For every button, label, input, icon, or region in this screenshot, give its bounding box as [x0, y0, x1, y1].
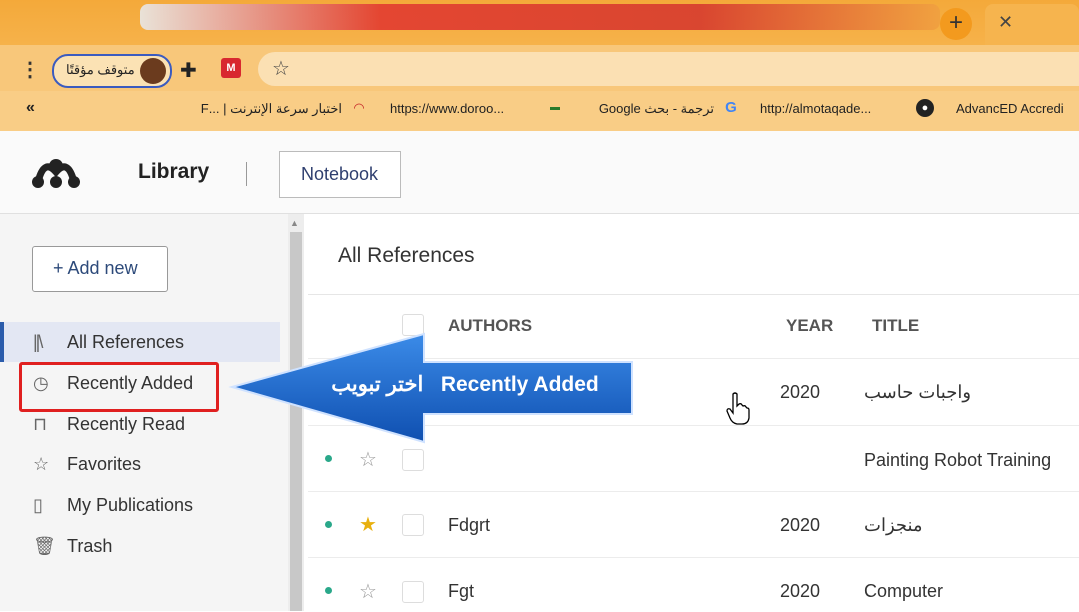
sidebar-item-recently-read[interactable]: Recently Read	[67, 414, 185, 435]
header-divider-line	[308, 294, 1079, 295]
unread-dot	[325, 521, 332, 528]
sidebar-item-my-publications[interactable]: My Publications	[67, 495, 193, 516]
bookmark-item[interactable]: ترجمة - بحث Google	[586, 101, 714, 117]
more-bookmarks-icon[interactable]: «	[26, 99, 35, 117]
close-tab-icon[interactable]: ✕	[998, 12, 1013, 33]
profile-paused-label: متوقف مؤقتًا	[66, 62, 135, 77]
row-year: 2020	[780, 581, 821, 601]
notebook-label: Notebook	[301, 164, 379, 184]
sidebar-item-favorites[interactable]: Favorites	[67, 454, 141, 475]
blurred-tab-strip[interactable]	[140, 4, 940, 30]
bookmark-item[interactable]: http://almotaqade...	[760, 101, 871, 116]
unread-dot	[325, 587, 332, 594]
column-header-title[interactable]: TITLE	[872, 316, 919, 336]
page-title: All References	[338, 244, 475, 267]
browser-menu-icon[interactable]: ⋮	[20, 57, 40, 82]
recently-added-highlight-box	[19, 362, 219, 412]
bookmark-item[interactable]: اختبار سرعة الإنترنت | ...F	[196, 101, 342, 117]
profile-avatar	[140, 58, 166, 84]
row-title: واجبات حاسب	[864, 382, 972, 402]
address-bar[interactable]	[258, 52, 1079, 86]
profile-paused-button[interactable]: متوقف مؤقتًا	[52, 54, 172, 88]
site-icon: ▬	[550, 102, 560, 113]
annotation-arrow-text: اختر تبويب Recently Added	[331, 373, 599, 396]
bookmark-item[interactable]: AdvancED Accredi	[956, 101, 1064, 116]
favorite-star-icon[interactable]: ☆	[359, 447, 377, 472]
row-title: منجزات	[864, 515, 923, 535]
extensions-puzzle-icon[interactable]: ✚	[180, 58, 197, 83]
row-authors: Fgt	[448, 581, 475, 601]
add-new-label: + Add new	[53, 258, 138, 278]
google-icon: G	[725, 99, 737, 116]
new-tab-button[interactable]: +	[940, 8, 972, 40]
scroll-up-icon[interactable]: ▲	[290, 218, 299, 228]
bookmark-icon: ⊓	[33, 414, 48, 434]
publications-icon: ▯	[33, 495, 43, 515]
speed-icon: ◠	[353, 100, 365, 115]
unread-dot	[325, 455, 332, 462]
row-authors: Fdgrt	[448, 515, 491, 535]
globe-icon: ●	[916, 99, 934, 117]
notebook-button[interactable]: Notebook	[279, 151, 401, 198]
star-icon: ☆	[33, 454, 50, 474]
sidebar-item-all-references[interactable]: All References	[67, 332, 184, 353]
row-year: 2020	[780, 382, 821, 402]
header-divider	[246, 162, 247, 186]
library-title[interactable]: Library	[138, 160, 209, 184]
bookmark-star-icon[interactable]: ☆	[272, 56, 290, 81]
row-year: 2020	[780, 515, 821, 535]
favorite-star-filled-icon[interactable]: ★	[359, 512, 377, 537]
trash-icon: 🗑	[33, 536, 56, 556]
sidebar-item-trash[interactable]: Trash	[67, 536, 112, 557]
mendeley-extension-icon[interactable]: M	[221, 58, 241, 78]
bookmark-item[interactable]: https://www.doroo...	[390, 101, 504, 116]
row-title: Painting Robot Training	[864, 450, 1052, 470]
row-checkbox[interactable]	[402, 581, 424, 603]
hand-cursor-icon	[726, 392, 750, 425]
add-new-button[interactable]: + Add new	[32, 246, 168, 292]
row-checkbox[interactable]	[402, 449, 424, 471]
row-title: Computer	[864, 581, 944, 601]
column-header-year[interactable]: YEAR	[786, 316, 833, 336]
mendeley-logo-icon	[32, 159, 80, 188]
favorite-star-icon[interactable]: ☆	[359, 579, 377, 604]
library-icon: ||\	[33, 332, 43, 352]
row-checkbox[interactable]	[402, 514, 424, 536]
